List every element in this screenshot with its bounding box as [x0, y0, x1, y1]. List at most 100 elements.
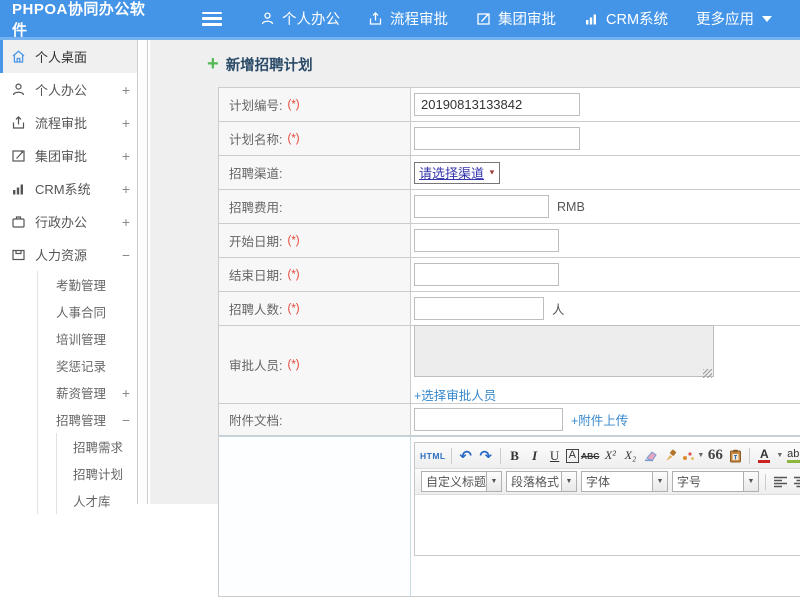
topnav-more-apps[interactable]: 更多应用: [696, 8, 773, 29]
select-caret-icon: ▼: [488, 168, 496, 177]
format-painter-icon[interactable]: [661, 446, 679, 466]
topnav-personal-office[interactable]: 个人办公: [260, 8, 340, 29]
sidebar-item-salary[interactable]: 薪资管理 +: [38, 379, 137, 406]
bar-chart-icon: [10, 181, 26, 197]
sidebar-item-admin-office[interactable]: 行政办公 +: [0, 205, 137, 238]
strikethrough-button[interactable]: ABC: [581, 446, 599, 466]
topnav-workflow-approval[interactable]: 流程审批: [368, 8, 448, 29]
menu-toggle-icon[interactable]: [202, 11, 222, 26]
field-label: 审批人员:: [229, 359, 283, 373]
briefcase-icon: [10, 214, 26, 230]
form-row-headcount: 招聘人数: (*) 人: [219, 292, 800, 326]
fee-input[interactable]: [414, 195, 549, 218]
sidebar-item-workflow-approval[interactable]: 流程审批 +: [0, 106, 137, 139]
sidebar-item-group-approval[interactable]: 集团审批 +: [0, 139, 137, 172]
user-icon: [10, 82, 26, 98]
underline-button[interactable]: U: [546, 446, 564, 466]
headcount-input[interactable]: [414, 297, 544, 320]
field-label: 招聘人数:: [229, 303, 283, 317]
form-row-end-date: 结束日期: (*): [219, 258, 800, 292]
sidebar-item-recruitment[interactable]: 招聘管理 −: [38, 406, 137, 433]
collapse-minus-icon[interactable]: −: [115, 247, 137, 263]
sidebar-scrollbar[interactable]: [139, 40, 148, 504]
paint-format-icon[interactable]: ▼: [681, 446, 704, 466]
hr-module-icon: [10, 247, 26, 263]
expand-plus-icon[interactable]: +: [115, 82, 137, 98]
subscript-button[interactable]: X₂: [621, 446, 639, 466]
sidebar-item-training[interactable]: 培训管理: [38, 325, 137, 352]
align-left-icon[interactable]: [771, 472, 789, 492]
end-date-input[interactable]: [414, 263, 559, 286]
sidebar-item-personal-desktop[interactable]: 个人桌面: [0, 40, 137, 73]
paragraph-format-select[interactable]: 段落格式 ▼: [506, 471, 577, 492]
caret-down-icon: ▼: [744, 471, 759, 492]
paste-icon[interactable]: [726, 446, 744, 466]
channel-select[interactable]: 请选择渠道 ▼: [414, 161, 500, 184]
recruitment-submenu: 招聘需求 招聘计划 人才库: [56, 433, 137, 514]
undo-icon[interactable]: ↶: [457, 446, 475, 466]
sidebar-item-hr-contracts[interactable]: 人事合同: [38, 298, 137, 325]
recruit-plan-form: 计划编号: (*) 计划名称: (*) 招聘渠道: 请选择渠: [218, 87, 800, 597]
field-label: 招聘渠道:: [229, 167, 283, 181]
font-size-select[interactable]: 字号 ▼: [672, 471, 759, 492]
home-icon: [10, 49, 26, 65]
autotypeset-button[interactable]: A: [565, 448, 579, 463]
sidebar-item-recruit-demand[interactable]: 招聘需求: [57, 433, 137, 460]
form-row-editor: HTML ↶ ↷ B I U A ABC X² X₂ ▼ 66 A ▼ ab 自…: [219, 436, 800, 596]
attachment-upload-link[interactable]: +附件上传: [571, 410, 628, 429]
italic-button[interactable]: I: [526, 446, 544, 466]
plan-number-input[interactable]: [414, 93, 580, 116]
plan-name-input[interactable]: [414, 127, 580, 150]
topnav-group-approval[interactable]: 集团审批: [476, 8, 556, 29]
redo-icon[interactable]: ↷: [477, 446, 495, 466]
main-content: + 新增招聘计划 计划编号: (*) 计划名称: (*) 招聘渠道:: [150, 40, 800, 597]
expand-plus-icon[interactable]: +: [115, 148, 137, 164]
topnav-crm[interactable]: CRM系统: [584, 8, 668, 29]
sidebar: 个人桌面 个人办公 + 流程审批 + 集团审批 + CRM系统 + 行政办公 +…: [0, 40, 138, 514]
blockquote-button[interactable]: 66: [706, 446, 724, 466]
expand-plus-icon[interactable]: +: [115, 385, 137, 401]
sidebar-item-crm[interactable]: CRM系统 +: [0, 172, 137, 205]
sidebar-item-talent-pool[interactable]: 人才库: [57, 487, 137, 514]
start-date-input[interactable]: [414, 229, 559, 252]
eraser-icon[interactable]: [641, 446, 659, 466]
send-icon: [368, 11, 390, 26]
align-center-icon[interactable]: [791, 472, 800, 492]
sidebar-item-personal-office[interactable]: 个人办公 +: [0, 73, 137, 106]
sidebar-item-attendance[interactable]: 考勤管理: [38, 271, 137, 298]
font-family-select[interactable]: 字体 ▼: [581, 471, 668, 492]
editor-content-area[interactable]: [415, 495, 800, 555]
bold-button[interactable]: B: [506, 446, 524, 466]
sidebar-item-rewards[interactable]: 奖惩记录: [38, 352, 137, 379]
form-row-approvers: 审批人员: (*) +选择审批人员: [219, 325, 800, 404]
expand-plus-icon[interactable]: +: [115, 214, 137, 230]
source-code-button[interactable]: HTML: [420, 446, 446, 466]
hr-submenu: 考勤管理 人事合同 培训管理 奖惩记录 薪资管理 + 招聘管理 − 招聘需求 招…: [37, 271, 137, 514]
sidebar-item-recruit-plan[interactable]: 招聘计划: [57, 460, 137, 487]
form-row-plan-name: 计划名称: (*): [219, 122, 800, 156]
form-row-fee: 招聘费用: RMB: [219, 190, 800, 224]
sidebar-item-human-resources[interactable]: 人力资源 −: [0, 238, 137, 271]
field-label: 开始日期:: [229, 235, 283, 249]
superscript-button[interactable]: X²: [601, 446, 619, 466]
font-color-button[interactable]: A: [755, 446, 773, 466]
required-marker: (*): [287, 234, 300, 247]
select-approvers-link[interactable]: +选择审批人员: [414, 385, 496, 404]
required-marker: (*): [287, 132, 300, 145]
send-icon: [10, 115, 26, 131]
resize-handle-icon[interactable]: [703, 369, 712, 378]
collapse-minus-icon[interactable]: −: [115, 412, 137, 428]
fee-unit: RMB: [557, 199, 585, 214]
form-row-start-date: 开始日期: (*): [219, 224, 800, 258]
form-row-attachment: 附件文档: +附件上传: [219, 404, 800, 436]
required-marker: (*): [287, 358, 300, 371]
expand-plus-icon[interactable]: +: [115, 181, 137, 197]
editor-toolbar-row-1: HTML ↶ ↷ B I U A ABC X² X₂ ▼ 66 A ▼ ab: [415, 443, 800, 469]
highlight-color-button[interactable]: ab: [784, 446, 800, 466]
custom-title-select[interactable]: 自定义标题 ▼: [421, 471, 502, 492]
caret-down-icon: ▼: [697, 452, 705, 459]
attachment-input[interactable]: [414, 408, 563, 431]
approvers-textarea[interactable]: [414, 325, 714, 377]
expand-plus-icon[interactable]: +: [115, 115, 137, 131]
bar-chart-icon: [584, 11, 606, 26]
